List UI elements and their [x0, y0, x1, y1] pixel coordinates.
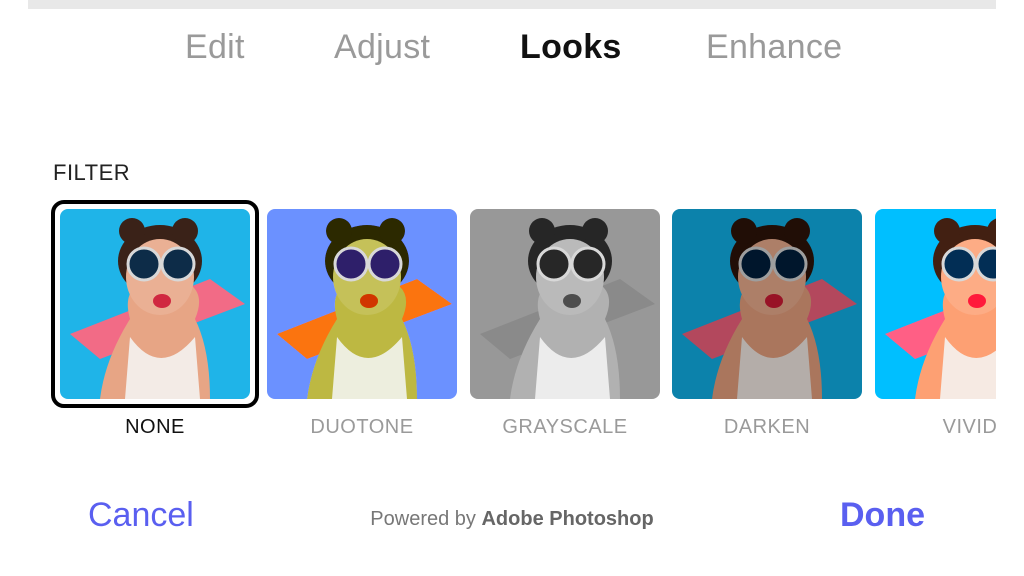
filter-section-title: FILTER	[53, 160, 131, 185]
powered-by-prefix: Powered by	[370, 508, 476, 530]
filter-darken[interactable]: DARKEN	[663, 200, 871, 440]
filter-preview-image	[672, 209, 862, 399]
filter-label: NONE	[125, 416, 185, 438]
thumbnail-frame	[461, 200, 669, 408]
thumbnail-frame	[663, 200, 871, 408]
filter-vivid[interactable]: VIVID	[866, 200, 996, 440]
tab-adjust[interactable]: Adjust	[334, 28, 430, 67]
filter-label: DARKEN	[723, 416, 811, 438]
tab-edit[interactable]: Edit	[185, 28, 245, 67]
tab-looks[interactable]: Looks	[520, 28, 622, 67]
filter-preview-image	[267, 209, 457, 399]
filter-label: GRAYSCALE	[502, 416, 628, 438]
thumbnail-frame	[866, 200, 996, 408]
filter-carousel[interactable]: NONE DUOTONE GRAYSCALE DARKEN VIVID	[0, 200, 996, 450]
thumbnail-frame	[258, 200, 466, 408]
filter-label: VIVID	[942, 416, 996, 438]
tab-enhance[interactable]: Enhance	[706, 28, 842, 67]
done-button[interactable]: Done	[840, 496, 925, 535]
filter-duotone[interactable]: DUOTONE	[258, 200, 466, 440]
filter-grayscale[interactable]: GRAYSCALE	[461, 200, 669, 440]
selection-frame	[51, 200, 259, 408]
mode-tabs: Edit Adjust Looks Enhance	[0, 28, 1024, 76]
filter-none[interactable]: NONE	[51, 200, 259, 440]
filter-label: DUOTONE	[310, 416, 414, 438]
bottom-bar: Cancel Powered by Adobe Photoshop Done	[0, 496, 1024, 546]
filter-preview-image	[875, 209, 996, 399]
filter-preview-image	[60, 209, 250, 399]
filter-preview-image	[470, 209, 660, 399]
top-divider-bar	[28, 0, 996, 9]
powered-by-brand: Adobe Photoshop	[481, 508, 654, 530]
